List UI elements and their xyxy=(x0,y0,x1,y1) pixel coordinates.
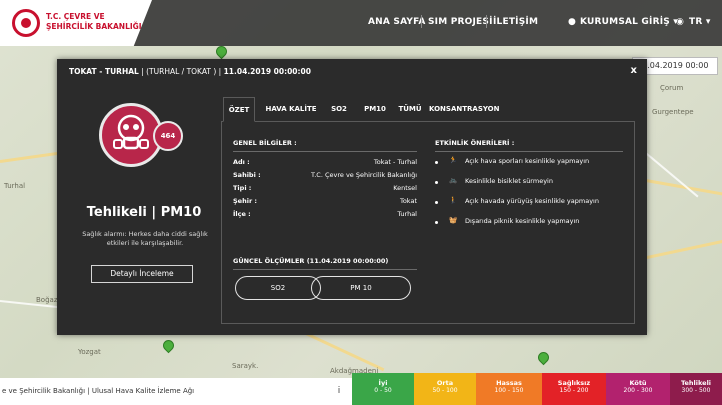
legend-hazardous: Tehlikeli 300 - 500 xyxy=(670,373,722,405)
map-label: Çorum xyxy=(660,84,684,92)
info-value-owner: T.C. Çevre ve Şehircilik Bakanlığı xyxy=(311,171,417,179)
legend-moderate: Orta 50 - 100 xyxy=(414,373,476,405)
info-label-name: Adı : xyxy=(233,158,250,166)
bullet xyxy=(435,181,438,184)
language-select[interactable]: TR ▾ xyxy=(689,17,711,27)
tab-summary[interactable]: ÖZET xyxy=(223,97,255,122)
aqi-status: Tehlikeli | PM10 xyxy=(86,205,202,220)
user-icon: ● xyxy=(568,17,577,27)
tab-concentration[interactable]: KONSANTRASYON xyxy=(429,97,500,121)
map-label: Turhal xyxy=(4,182,26,190)
station-date: 11.04.2019 00:00:00 xyxy=(223,67,311,76)
info-value-name: Tokat - Turhal xyxy=(373,158,417,166)
nav-sim-project[interactable]: SIM PROJESİ xyxy=(428,17,493,27)
station-marker[interactable] xyxy=(160,337,177,354)
info-icon[interactable]: i xyxy=(326,378,352,405)
general-info-title: GENEL BİLGİLER : xyxy=(233,139,297,147)
legend-label: Orta xyxy=(436,379,454,387)
info-value-city: Tokat xyxy=(399,197,417,205)
station-name: TOKAT - TURHAL xyxy=(69,67,139,76)
bullet xyxy=(435,201,438,204)
running-icon: 🏃 xyxy=(449,156,458,164)
logo-line-1: T.C. ÇEVRE VE xyxy=(46,12,105,21)
tip-item: 🚲 Kesinlikle bisiklet sürmeyin xyxy=(449,176,553,186)
tab-all[interactable]: TÜMÜ xyxy=(397,97,423,121)
measure-so2-button[interactable]: SO2 xyxy=(235,276,321,300)
tip-item: 🧺 Dışarıda piknik kesinlikle yapmayın xyxy=(449,216,579,226)
pollutant-label: PM10 xyxy=(160,205,202,220)
ministry-logo[interactable]: T.C. ÇEVRE VE ŞEHİRCİLİK BAKANLIĞI xyxy=(0,0,152,46)
aqi-summary: 464 Tehlikeli | PM10 Sağlık alarmı: Herk… xyxy=(69,95,209,323)
legend-range: 50 - 100 xyxy=(432,387,458,394)
current-measurements-title: GÜNCEL ÖLÇÜMLER (11.04.2019 00:00:00) xyxy=(233,257,389,265)
tip-text: Açık hava sporları kesinlikle yapmayın xyxy=(465,157,590,165)
language-label: TR xyxy=(689,17,703,27)
divider xyxy=(435,151,623,152)
tip-text: Kesinlikle bisiklet sürmeyin xyxy=(465,177,553,185)
info-label-city: Şehir : xyxy=(233,197,258,205)
tab-so2[interactable]: SO2 xyxy=(327,97,351,121)
bicycle-icon: 🚲 xyxy=(449,176,458,184)
map-label: Yozgat xyxy=(78,348,101,356)
info-label-type: Tipi : xyxy=(233,184,252,192)
globe-icon: ◉ xyxy=(676,17,685,27)
login-label: KURUMSAL GİRİŞ xyxy=(580,17,670,27)
legend-label: Sağlıksız xyxy=(557,379,591,387)
map-label: Gurgentepe xyxy=(652,108,694,116)
status-label: Tehlikeli xyxy=(86,205,147,220)
divider xyxy=(233,151,417,152)
detail-review-button[interactable]: Detaylı İnceleme xyxy=(91,265,193,283)
walking-icon: 🚶 xyxy=(449,196,458,204)
nav-corporate-login[interactable]: KURUMSAL GİRİŞ ▾ xyxy=(580,17,678,27)
legend-range: 150 - 200 xyxy=(559,387,589,394)
legend-label: İyi xyxy=(378,379,388,387)
close-icon[interactable]: x xyxy=(631,65,637,76)
legend-range: 300 - 500 xyxy=(681,387,711,394)
tab-pm10[interactable]: PM10 xyxy=(361,97,389,121)
info-value-type: Kentsel xyxy=(393,184,417,192)
picnic-basket-icon: 🧺 xyxy=(449,216,458,224)
legend-label: Hassas xyxy=(496,379,522,387)
legend-label: Kötü xyxy=(629,379,647,387)
nav-divider xyxy=(421,15,422,28)
bullet xyxy=(435,221,438,224)
logo-text: T.C. ÇEVRE VE ŞEHİRCİLİK BAKANLIĞI xyxy=(46,12,146,32)
legend-sensitive: Hassas 100 - 150 xyxy=(476,373,542,405)
nav-contact[interactable]: İLETİŞİM xyxy=(493,17,538,27)
activity-tips-title: ETKİNLİK ÖNERİLERİ : xyxy=(435,139,515,147)
legend-bad: Kötü 200 - 300 xyxy=(606,373,670,405)
tip-item: 🏃 Açık hava sporları kesinlikle yapmayın xyxy=(449,156,589,166)
legend-range: 200 - 300 xyxy=(623,387,653,394)
top-navbar: T.C. ÇEVRE VE ŞEHİRCİLİK BAKANLIĞI ANA S… xyxy=(0,0,722,46)
health-alert-text: Sağlık alarmı: Herkes daha ciddi sağlık … xyxy=(82,230,208,247)
nav-divider xyxy=(486,15,487,28)
tab-air-quality[interactable]: HAVA KALİTE xyxy=(263,97,319,121)
info-value-district: Turhal xyxy=(397,210,417,218)
station-marker[interactable] xyxy=(213,43,230,60)
legend-range: 100 - 150 xyxy=(494,387,524,394)
map-label: Sarayk. xyxy=(232,362,259,370)
bullet xyxy=(435,161,438,164)
logo-line-2: ŞEHİRCİLİK BAKANLIĞI xyxy=(46,22,142,31)
modal-title: TOKAT - TURHAL | (TURHAL / TOKAT ) | 11.… xyxy=(69,67,311,76)
legend-range: 0 - 50 xyxy=(374,387,392,394)
info-label-district: İlçe : xyxy=(233,210,251,218)
station-marker[interactable] xyxy=(535,349,552,366)
tip-text: Dışarıda piknik kesinlikle yapmayın xyxy=(465,217,580,225)
footer-text: e ve Şehircilik Bakanlığı | Ulusal Hava … xyxy=(0,378,326,405)
legend-unhealthy: Sağlıksız 150 - 200 xyxy=(542,373,606,405)
legend-good: İyi 0 - 50 xyxy=(352,373,414,405)
station-detail-modal: TOKAT - TURHAL | (TURHAL / TOKAT ) | 11.… xyxy=(57,59,647,335)
ministry-seal-icon xyxy=(12,9,40,37)
nav-home[interactable]: ANA SAYFA xyxy=(368,17,426,27)
measure-pm10-button[interactable]: PM 10 xyxy=(311,276,411,300)
station-location: (TURHAL / TOKAT ) xyxy=(146,67,217,76)
divider xyxy=(233,269,417,270)
tip-text: Açık havada yürüyüş kesinlikle yapmayın xyxy=(465,197,599,205)
tip-item: 🚶 Açık havada yürüyüş kesinlikle yapmayın xyxy=(449,196,599,206)
legend-label: Tehlikeli xyxy=(680,379,712,387)
gas-mask-icon-svg xyxy=(113,114,149,150)
aqi-value-badge: 464 xyxy=(153,121,183,151)
